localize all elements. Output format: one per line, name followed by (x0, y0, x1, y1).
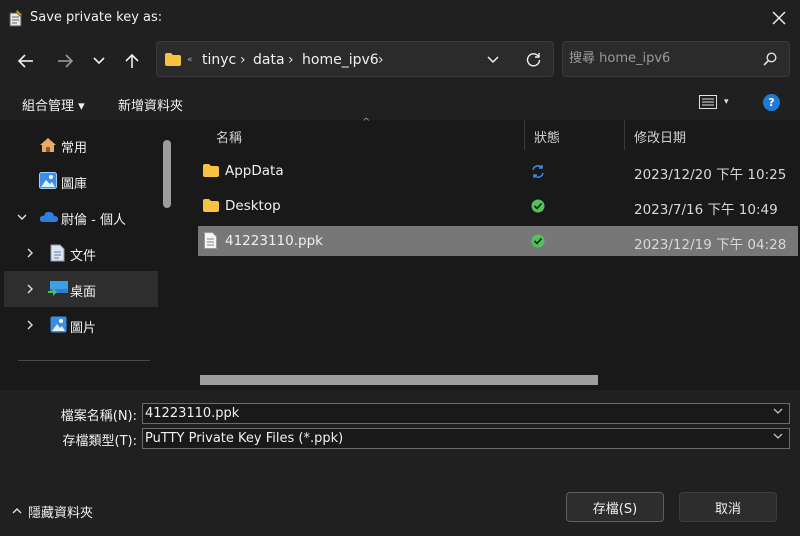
hide-folders-label: 隱藏資料夾 (28, 506, 94, 521)
nav-item-desktop[interactable]: 桌面 (4, 271, 158, 307)
list-view-icon (699, 95, 717, 109)
path-overflow-indicator[interactable]: « (187, 55, 193, 65)
folder-icon (203, 164, 219, 177)
recent-locations-button[interactable] (86, 48, 112, 74)
search-input[interactable] (569, 51, 759, 66)
file-row-appdata[interactable]: AppData 2023/12/20 下午 10:25 (198, 156, 798, 186)
column-divider[interactable] (524, 120, 525, 150)
view-menu-caret[interactable]: ▾ (724, 97, 729, 107)
file-row-ppk[interactable]: 41223110.ppk 2023/12/19 下午 04:28 (198, 226, 798, 256)
breadcrumb-tinyc[interactable]: tinyc (202, 52, 236, 68)
chevron-down-icon[interactable] (17, 214, 27, 221)
chevron-down-icon (487, 56, 499, 64)
nav-item-label: 常用 (61, 141, 88, 156)
file-type-label: 存檔類型(T): (62, 434, 137, 449)
window-title: Save private key as: (30, 10, 163, 25)
file-name-input[interactable] (145, 406, 765, 421)
pictures-icon (50, 316, 67, 333)
nav-item-pictures[interactable]: 圖片 (4, 307, 158, 343)
chevron-down-icon[interactable] (773, 408, 783, 415)
breadcrumb-separator[interactable]: › (288, 52, 294, 68)
save-button[interactable]: 存檔(S) (566, 492, 664, 522)
refresh-icon (526, 53, 541, 67)
file-name: AppData (225, 163, 284, 179)
column-divider[interactable] (624, 120, 625, 150)
file-row-desktop[interactable]: Desktop 2023/7/16 下午 10:49 (198, 191, 798, 221)
nav-divider (18, 360, 150, 361)
chevron-right-icon[interactable] (27, 248, 34, 258)
nav-item-onedrive[interactable]: 尉倫 - 個人 (4, 199, 158, 235)
breadcrumb-home-ipv6[interactable]: home_ipv6 (302, 52, 379, 68)
nav-item-gallery[interactable]: 圖庫 (4, 163, 158, 199)
nav-item-quick-access[interactable]: 常用 (4, 127, 158, 163)
check-icon (531, 199, 545, 213)
file-icon (204, 232, 217, 249)
chevron-up-icon (12, 508, 22, 514)
close-button[interactable] (764, 4, 794, 32)
nav-item-label: 文件 (70, 249, 97, 264)
file-type-value: PuTTY Private Key Files (*.ppk) (145, 431, 344, 446)
nav-scrollbar[interactable] (163, 140, 171, 208)
cancel-button[interactable]: 取消 (679, 492, 777, 522)
view-menu-button[interactable] (699, 95, 717, 109)
search-icon[interactable] (763, 52, 777, 66)
nav-item-label: 桌面 (70, 285, 97, 300)
file-name-combobox[interactable] (142, 403, 790, 424)
chevron-right-icon[interactable] (27, 320, 34, 330)
folder-icon (165, 53, 181, 66)
organize-menu[interactable]: 組合管理 ▾ (22, 95, 85, 114)
file-date-modified: 2023/12/19 下午 04:28 (634, 237, 787, 253)
home-icon (40, 138, 56, 152)
file-type-select[interactable]: PuTTY Private Key Files (*.ppk) (142, 428, 790, 449)
back-button[interactable] (13, 48, 39, 74)
breadcrumb-data[interactable]: data (253, 52, 285, 68)
arrow-right-icon (58, 54, 73, 68)
file-name: Desktop (225, 198, 281, 214)
sort-indicator: ^ (362, 117, 371, 128)
check-icon (531, 234, 545, 248)
cloud-icon (39, 211, 58, 222)
document-icon (50, 244, 65, 262)
file-name: 41223110.ppk (225, 233, 323, 249)
desktop-icon (48, 281, 68, 296)
chevron-right-icon[interactable] (27, 284, 34, 294)
up-button[interactable] (119, 48, 145, 74)
breadcrumb-separator[interactable]: › (240, 52, 246, 68)
column-header-name[interactable]: 名稱 (216, 127, 242, 146)
file-name-label: 檔案名稱(N): (60, 409, 137, 424)
horizontal-scrollbar[interactable] (200, 375, 598, 385)
search-box[interactable] (562, 41, 790, 77)
arrow-left-icon (18, 54, 33, 68)
nav-item-label: 尉倫 - 個人 (61, 213, 126, 228)
breadcrumb-separator[interactable]: › (378, 52, 384, 68)
putty-key-icon (8, 9, 24, 27)
sync-icon (532, 165, 544, 178)
column-header-date-modified[interactable]: 修改日期 (634, 127, 686, 146)
column-header-status[interactable]: 狀態 (534, 127, 560, 146)
address-history-button[interactable] (487, 56, 499, 64)
gallery-icon (39, 172, 57, 189)
file-date-modified: 2023/12/20 下午 10:25 (634, 167, 787, 183)
forward-button[interactable] (52, 48, 78, 74)
folder-icon (203, 199, 219, 212)
nav-item-label: 圖片 (70, 321, 97, 336)
arrow-up-icon (125, 53, 139, 68)
help-button[interactable]: ? (763, 94, 780, 111)
refresh-button[interactable] (526, 52, 541, 67)
chevron-down-icon (93, 57, 105, 65)
nav-item-documents[interactable]: 文件 (4, 235, 158, 271)
file-date-modified: 2023/7/16 下午 10:49 (634, 202, 778, 218)
new-folder-button[interactable]: 新增資料夾 (118, 95, 183, 114)
close-icon (772, 11, 786, 25)
chevron-down-icon[interactable] (773, 433, 783, 440)
nav-item-label: 圖庫 (61, 177, 88, 192)
